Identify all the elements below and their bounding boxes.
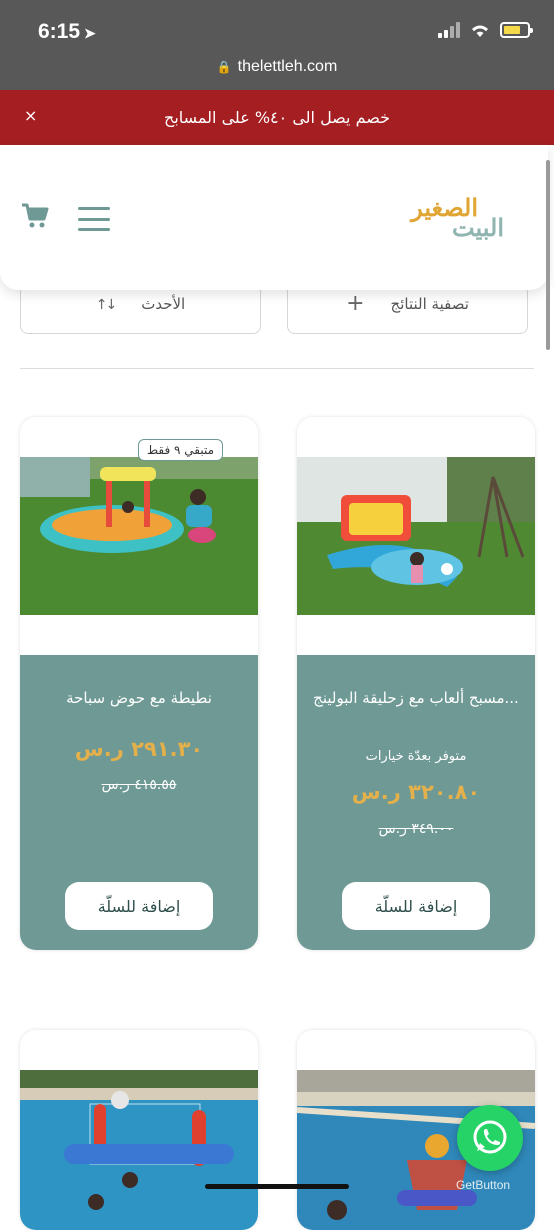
product-image[interactable]: [297, 457, 535, 615]
address-bar[interactable]: 🔒 thelettleh.com: [0, 58, 554, 76]
whatsapp-icon: [473, 1120, 507, 1154]
promo-close-button[interactable]: ×: [24, 106, 37, 125]
product-info: مسبح ألعاب مع زحليقة البولينج... متوفر ب…: [297, 655, 535, 950]
status-icons: [438, 22, 533, 38]
home-indicator: [205, 1184, 349, 1189]
menu-icon[interactable]: [78, 207, 110, 231]
product-info: نطيطة مع حوض سباحة ٢٩١.٣٠ ر.س ٤١٥.٥٥ ر.س…: [20, 655, 258, 950]
product-title[interactable]: مسبح ألعاب مع زحليقة البولينج...: [311, 685, 521, 711]
wifi-icon: [472, 25, 488, 37]
cart-icon[interactable]: [20, 201, 50, 231]
product-card[interactable]: [20, 1030, 258, 1230]
battery-icon: [500, 22, 533, 38]
sort-icon: ↑↓: [95, 297, 118, 313]
sort-label: الأحدث: [141, 295, 186, 313]
product-image[interactable]: [20, 1070, 258, 1230]
product-card[interactable]: مسبح ألعاب مع زحليقة البولينج... متوفر ب…: [297, 417, 535, 950]
page-scrollbar[interactable]: [546, 160, 550, 350]
filter-label: تصفية النتائج: [390, 295, 469, 313]
options-note: متوفر بعدّة خيارات: [365, 749, 467, 764]
site-header: الصغير البيت: [0, 145, 548, 290]
product-image[interactable]: [20, 457, 258, 615]
product-price: ٣٢٠.٨٠ ر.س: [351, 780, 481, 804]
divider: [20, 368, 534, 369]
product-price: ٢٩١.٣٠ ر.س: [74, 737, 204, 761]
status-time: 6:15 ➤: [38, 20, 96, 43]
old-price: ٣٤٩.٠٠ ر.س: [378, 821, 454, 837]
old-price: ٤١٥.٥٥ ر.س: [101, 777, 177, 793]
plus-icon: +: [346, 291, 365, 316]
getbutton-watermark: GetButton: [456, 1178, 511, 1192]
location-arrow-icon: ➤: [84, 25, 96, 41]
whatsapp-button[interactable]: [457, 1105, 523, 1171]
add-to-cart-button[interactable]: إضافة للسلّة: [342, 882, 490, 930]
status-bar: 6:15 ➤ 🔒 thelettleh.com: [0, 0, 554, 90]
site-logo[interactable]: الصغير البيت: [398, 189, 508, 249]
url-text: thelettleh.com: [237, 58, 338, 75]
product-title[interactable]: نطيطة مع حوض سباحة: [34, 685, 244, 711]
cellular-signal-icon: [438, 22, 460, 38]
add-to-cart-button[interactable]: إضافة للسلّة: [65, 882, 213, 930]
promo-text: خصم يصل الى ٤٠% على المسابح: [163, 108, 391, 127]
promo-banner: × خصم يصل الى ٤٠% على المسابح: [0, 90, 554, 145]
stock-badge: متبقي ٩ فقط: [138, 439, 224, 461]
lock-icon: 🔒: [216, 60, 232, 74]
product-card[interactable]: متبقي ٩ فقط نطيطة مع حوض سباحة ٢٩١.٣٠ ر.…: [20, 417, 258, 950]
